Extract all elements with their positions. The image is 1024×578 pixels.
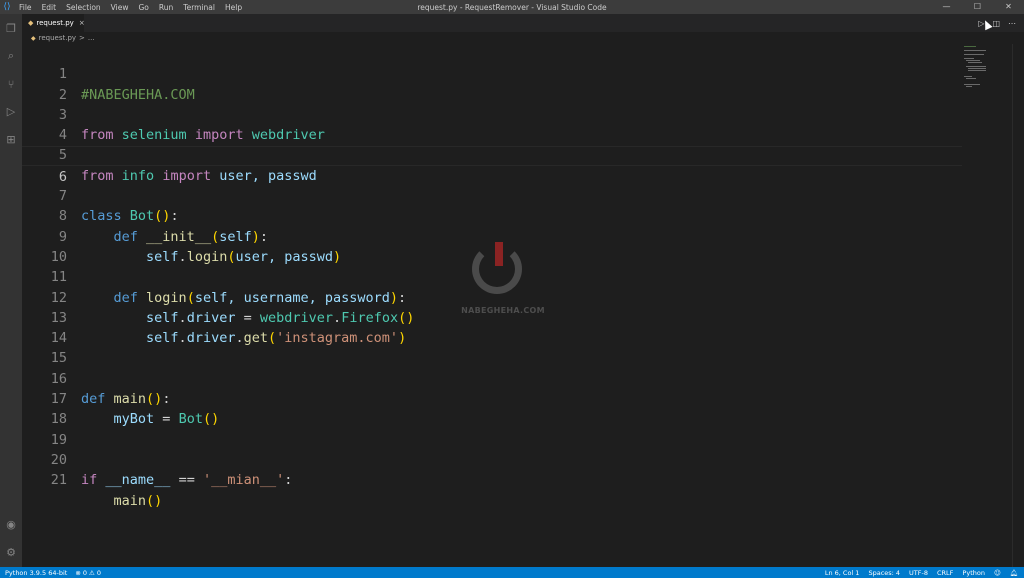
code-line: 17 myBot = Bot() [22,369,962,427]
feedback-icon[interactable]: ☺ [994,569,1001,577]
more-actions-icon[interactable]: ⋯ [1008,19,1016,28]
code-line: 9 self.login(user, passwd) [22,206,962,265]
notifications-icon[interactable]: 🔔︎ [1010,569,1018,577]
python-interpreter[interactable]: Python 3.9.5 64-bit [5,569,67,577]
tab-request-py[interactable]: ◆ request.py × [22,14,85,32]
menu-terminal[interactable]: Terminal [178,3,220,12]
encoding[interactable]: UTF-8 [909,569,928,577]
minimap-line [968,62,982,63]
status-bar: Python 3.9.5 64-bit ⊗ 0 ⚠ 0 Ln 6, Col 1 … [0,567,1024,578]
code-line: 7 class Bot(): [22,166,962,224]
minimap-line [968,70,986,71]
minimap-line [964,76,972,77]
account-icon[interactable]: ◉ [3,516,19,532]
minimap-line [966,66,986,67]
minimap-line [964,54,984,55]
breadcrumb: ◆ request.py > ... [22,32,1024,44]
language-mode[interactable]: Python [962,569,985,577]
extensions-icon[interactable]: ⊞ [3,131,19,147]
vscode-logo-icon: ⟨⟩ [3,2,11,12]
code-line: 21 main() [22,450,962,508]
indentation[interactable]: Spaces: 4 [868,569,900,577]
code-line: 3 from selenium import webdriver [22,85,962,143]
breadcrumb-separator: > [79,34,85,42]
code-line: 5 from info import user, passwd [22,125,962,183]
breadcrumb-rest[interactable]: ... [88,34,95,42]
split-editor-icon[interactable]: ◫ [992,19,1000,28]
menu-selection[interactable]: Selection [61,3,106,12]
source-control-icon[interactable]: ⑂ [3,76,19,92]
minimize-button[interactable]: — [931,0,962,14]
run-debug-icon[interactable]: ▷ [3,103,19,119]
code-line: 1 #NABEGHEHA.COM [22,44,962,102]
menu-view[interactable]: View [106,3,134,12]
minimap-line [966,60,980,61]
minimap-line [964,58,974,59]
line-number: 21 [50,472,67,489]
colon: : [284,472,293,489]
python-file-icon: ◆ [31,34,36,42]
power-bar-icon [495,242,503,266]
minimap[interactable] [962,44,1012,144]
window-controls: — ☐ ✕ [931,0,1024,14]
dunder-name: __name__ [105,472,171,489]
watermark-logo: NABEGHEHA.COM [458,240,548,330]
breadcrumb-file[interactable]: request.py [39,34,76,42]
menu-bar: File Edit Selection View Go Run Terminal… [14,3,247,12]
title-bar: ⟨⟩ File Edit Selection View Go Run Termi… [0,0,1024,14]
close-window-button[interactable]: ✕ [993,0,1024,14]
minimap-line [966,78,976,79]
minimap-line [968,68,986,69]
string-literal: '__mian__' [202,472,285,489]
code-line: 2 [22,64,962,103]
menu-edit[interactable]: Edit [37,3,62,12]
watermark-text: NABEGHEHA.COM [461,306,545,315]
maximize-button[interactable]: ☐ [962,0,993,14]
code-line: 19 [22,409,962,448]
activity-bar: ❐ ⌕ ⑂ ▷ ⊞ ◉ ⚙ [0,14,22,567]
code-line: 8 def __init__(self): [22,186,962,244]
python-file-icon: ◆ [28,19,34,27]
cursor-position[interactable]: Ln 6, Col 1 [825,569,860,577]
code-line: 4 [22,105,962,143]
code-line: 15 [22,328,962,366]
vertical-scrollbar[interactable] [1012,44,1024,567]
tab-label: request.py [36,19,74,27]
close-tab-icon[interactable]: × [79,19,85,27]
problems-count[interactable]: ⊗ 0 ⚠ 0 [75,569,101,577]
menu-go[interactable]: Go [133,3,153,12]
keyword: if [81,472,98,489]
code-line: 20 if __name__ == '__mian__': [22,430,962,488]
minimap-line [964,84,980,85]
menu-help[interactable]: Help [220,3,247,12]
menu-file[interactable]: File [14,3,37,12]
gear-icon[interactable]: ⚙ [3,544,19,560]
minimap-line [964,50,986,51]
operator: == [178,472,195,489]
menu-run[interactable]: Run [154,3,178,12]
function-call: main [113,492,147,509]
code-line: 18 [22,389,962,427]
code-line: 16 def main(): [22,349,962,407]
line-ending[interactable]: CRLF [937,569,953,577]
minimap-line [964,46,976,47]
tab-bar: ◆ request.py × ▷ ◫ ⋯ [22,14,1024,32]
search-icon[interactable]: ⌕ [3,48,19,64]
minimap-line [966,86,972,87]
explorer-icon[interactable]: ❐ [3,20,19,36]
brackets: () [146,492,163,509]
code-line-current: 6 [22,145,962,185]
